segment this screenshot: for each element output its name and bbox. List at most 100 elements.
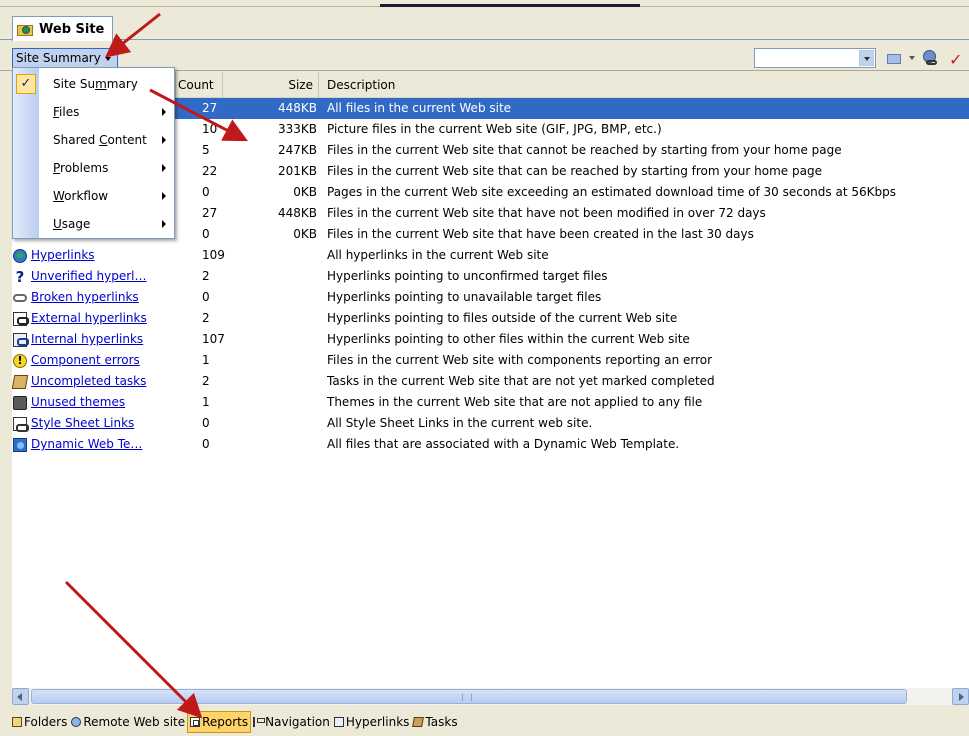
chevron-right-icon — [162, 108, 166, 116]
menu-accelerator-key: U — [53, 217, 62, 231]
table-row[interactable]: Hyperlinks 109 All hyperlinks in the curre… — [12, 245, 969, 266]
broken-chain-icon — [12, 290, 28, 306]
description-column-header[interactable]: Description — [319, 72, 959, 98]
count-cell: 0 — [202, 416, 210, 430]
table-row[interactable]: ! Component errors 1 Files in the current W… — [12, 350, 969, 371]
view-tab-folders[interactable]: Folders — [10, 711, 69, 733]
tasks-icon — [412, 717, 425, 727]
name-cell: Uncompleted tasks — [12, 371, 176, 392]
table-row[interactable]: Uncompleted tasks 2 Tasks in the current W… — [12, 371, 969, 392]
menu-item[interactable]: ✓ Site Summary — [13, 70, 174, 98]
scroll-left-button[interactable] — [12, 688, 29, 705]
report-link[interactable]: Internal hyperlinks — [31, 329, 143, 350]
view-tab-remote-web-site[interactable]: Remote Web site — [69, 711, 187, 733]
menu-label-text: Shared — [53, 133, 100, 147]
table-row[interactable]: Style Sheet Links 0 All Style Sheet Links … — [12, 413, 969, 434]
menu-label-text: roblems — [60, 161, 109, 175]
chevron-down-icon[interactable] — [859, 50, 874, 66]
table-row[interactable]: External hyperlinks 2 Hyperlinks pointing … — [12, 308, 969, 329]
name-cell: Hyperlinks — [12, 245, 176, 266]
description-cell: Files in the current Web site that have … — [327, 206, 766, 220]
description-cell: Hyperlinks pointing to other files withi… — [327, 332, 690, 346]
report-link[interactable]: Component errors — [31, 350, 140, 371]
reports-icon — [190, 717, 201, 727]
size-cell: 201KB — [277, 164, 317, 178]
table-row[interactable]: Internal hyperlinks 107 Hyperlinks pointin… — [12, 329, 969, 350]
menu-item[interactable]: Usage — [13, 210, 174, 238]
table-row[interactable]: Unused themes 1 Themes in the current Web … — [12, 392, 969, 413]
name-cell: ? Unverified hyperl… — [12, 266, 176, 287]
report-link[interactable]: Hyperlinks — [31, 245, 95, 266]
name-cell: Dynamic Web Te… — [12, 434, 176, 455]
warning-icon: ! — [12, 353, 28, 369]
menu-item[interactable]: Files — [13, 98, 174, 126]
menu-item[interactable]: Workflow — [13, 182, 174, 210]
description-cell: All hyperlinks in the current Web site — [327, 248, 549, 262]
horizontal-scrollbar[interactable] — [12, 688, 969, 705]
count-cell: 27 — [202, 101, 218, 115]
grip-icon — [462, 694, 472, 701]
chevron-down-icon — [104, 56, 111, 61]
description-cell: Hyperlinks pointing to unavailable targe… — [327, 290, 602, 304]
description-cell: Tasks in the current Web site that are n… — [327, 374, 715, 388]
workflow-status-button[interactable] — [886, 50, 915, 66]
view-tab-hyperlinks[interactable]: Hyperlinks — [332, 711, 412, 733]
size-cell: 0KB — [293, 227, 317, 241]
verify-hyperlinks-button[interactable] — [921, 50, 939, 66]
web-site-tab-label: Web Site — [39, 21, 105, 37]
dynamic-template-icon — [12, 437, 28, 453]
count-cell: 109 — [202, 248, 225, 262]
report-link[interactable]: Broken hyperlinks — [31, 287, 139, 308]
globe-chain-icon — [12, 248, 28, 264]
menu-item-label: Site Summary — [53, 70, 138, 98]
view-tab-reports[interactable]: Reports — [187, 711, 252, 733]
description-cell: Files in the current Web site that have … — [327, 227, 754, 241]
count-cell: 1 — [202, 395, 210, 409]
report-link[interactable]: Unverified hyperl… — [31, 266, 147, 287]
report-link[interactable]: Uncompleted tasks — [31, 371, 146, 392]
web-site-tab[interactable]: Web Site — [12, 16, 114, 41]
spell-check-button[interactable]: ✓ — [947, 50, 965, 69]
title-bar-fragment — [380, 4, 640, 7]
view-tab-label: Navigation — [265, 715, 330, 729]
view-tab-navigation[interactable]: Navigation — [251, 711, 332, 733]
scroll-thumb[interactable] — [31, 689, 907, 704]
report-settings-combo[interactable] — [754, 48, 876, 68]
size-column-header[interactable]: Size — [223, 72, 319, 98]
table-row[interactable]: ? Unverified hyperl… 2 Hyperlinks pointing … — [12, 266, 969, 287]
description-cell: Files in the current Web site that can b… — [327, 164, 822, 178]
menu-item[interactable]: Shared Content — [13, 126, 174, 154]
document-tab-row: Web Site — [0, 12, 969, 41]
navigation-icon — [253, 717, 266, 727]
hyperlinks-icon — [333, 717, 344, 727]
view-tab-tasks[interactable]: Tasks — [411, 711, 459, 733]
table-row[interactable]: Broken hyperlinks 0 Hyperlinks pointing to… — [12, 287, 969, 308]
table-row[interactable]: Dynamic Web Te… 0 All files that are assoc… — [12, 434, 969, 455]
envelope-icon — [887, 54, 901, 64]
menu-label-text: Site Su — [53, 77, 96, 91]
count-cell: 0 — [202, 290, 210, 304]
menu-item-label: Shared Content — [53, 126, 147, 154]
scroll-right-button[interactable] — [952, 688, 969, 705]
external-link-icon — [12, 311, 29, 327]
report-link[interactable]: Unused themes — [31, 392, 125, 413]
count-column-header[interactable]: Count — [176, 72, 223, 98]
view-tab-label: Tasks — [425, 715, 458, 729]
name-cell: External hyperlinks — [12, 308, 176, 329]
chevron-down-icon — [909, 56, 915, 60]
size-cell: 0KB — [293, 185, 317, 199]
size-cell: 333KB — [277, 122, 317, 136]
report-link[interactable]: Style Sheet Links — [31, 413, 134, 434]
count-cell: 2 — [202, 374, 210, 388]
menu-item[interactable]: Problems — [13, 154, 174, 182]
description-cell: All files in the current Web site — [327, 101, 512, 115]
site-summary-menu: ✓ Site Summary Files Shared Content Problems… — [12, 67, 175, 239]
site-summary-dropdown-label: Site Summary — [16, 51, 101, 65]
chevron-right-icon — [162, 164, 166, 172]
report-link[interactable]: External hyperlinks — [31, 308, 147, 329]
view-tab-label: Folders — [24, 715, 68, 729]
chevron-right-icon — [162, 220, 166, 228]
check-icon: ✓ — [16, 74, 36, 94]
report-link[interactable]: Dynamic Web Te… — [31, 434, 142, 455]
site-summary-dropdown[interactable]: Site Summary — [12, 48, 118, 68]
